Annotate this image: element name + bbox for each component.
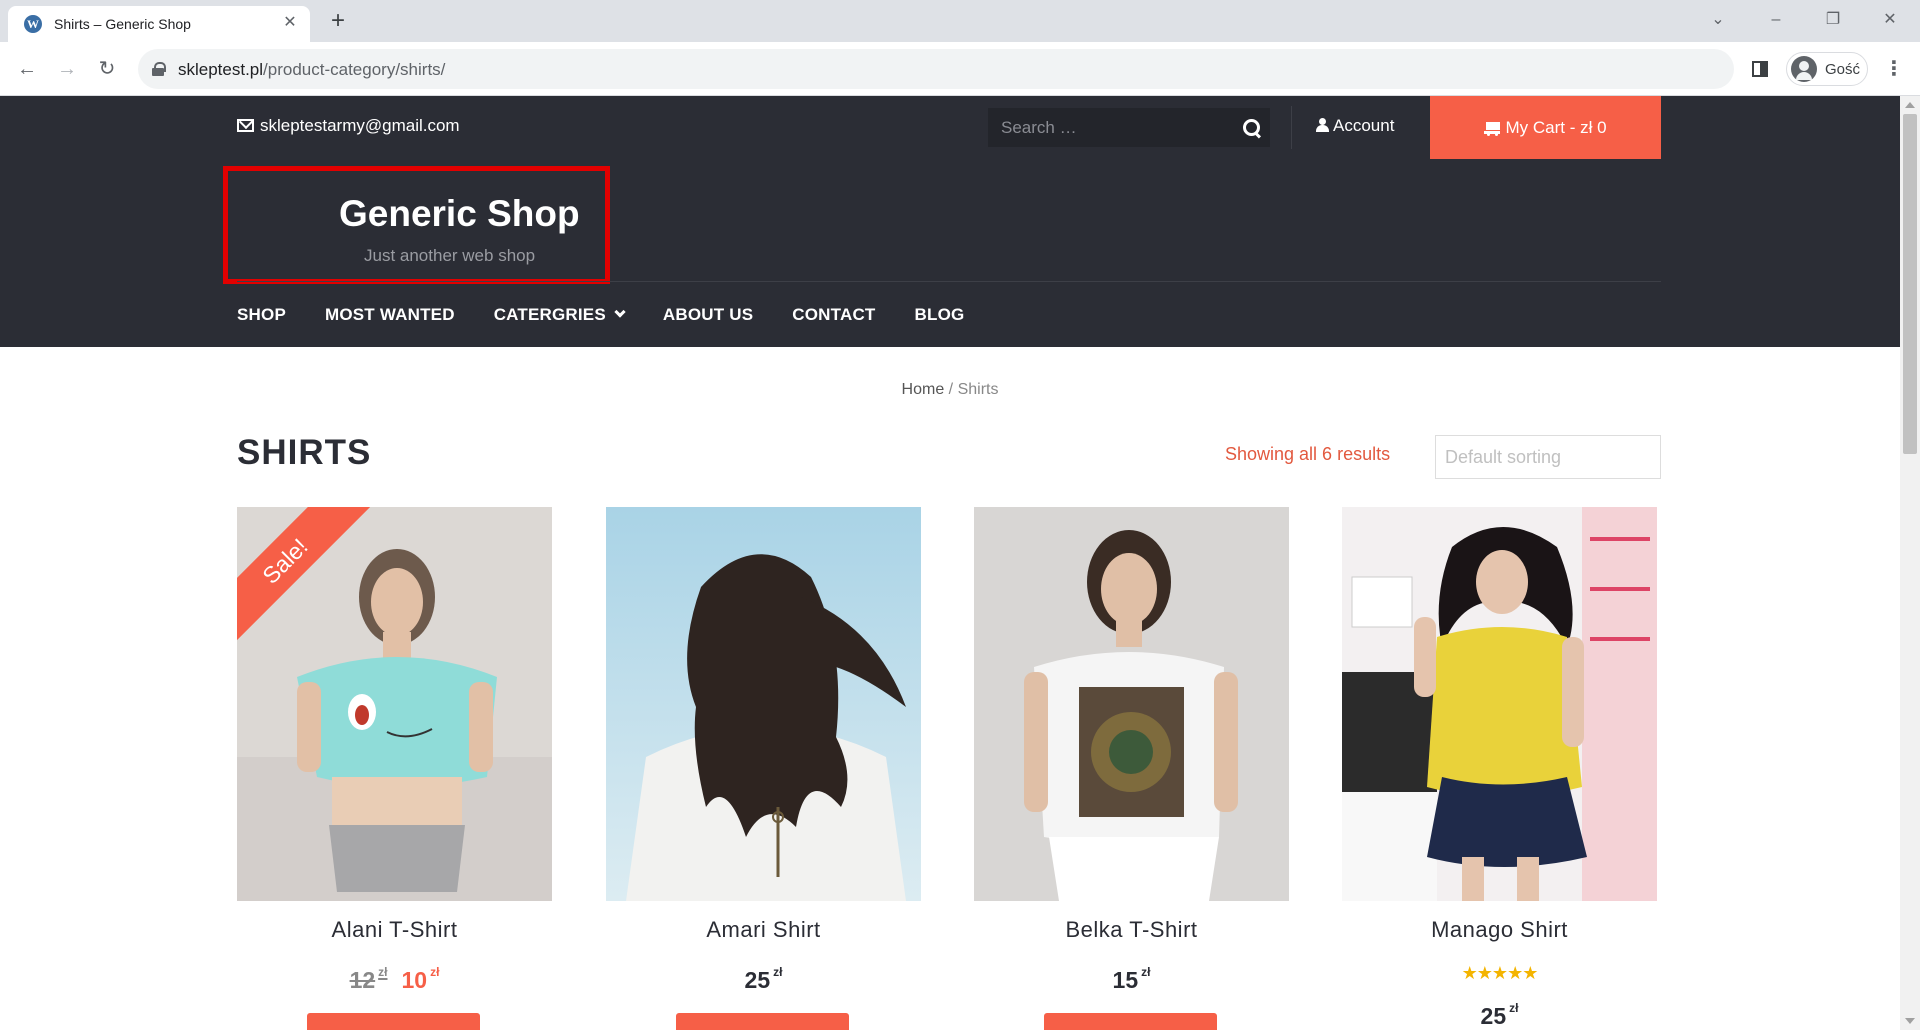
nav-item-most-wanted[interactable]: MOST WANTED (325, 305, 455, 325)
envelope-icon (237, 119, 254, 132)
close-window-button[interactable]: ✕ (1870, 4, 1910, 36)
result-count: Showing all 6 results (1225, 444, 1391, 464)
price-value: 25 (1480, 1003, 1507, 1029)
browser-menu-icon[interactable]: ⋮ (1884, 54, 1904, 84)
product-price: 12 zł 10 zł (237, 965, 552, 994)
product-price: 25 zł (606, 965, 921, 994)
address-bar[interactable]: skleptest.pl/product-category/shirts/ (138, 49, 1734, 89)
sort-select[interactable]: Default sorting (1435, 435, 1661, 479)
search-form (988, 108, 1270, 147)
divider (1291, 106, 1292, 149)
account-link[interactable]: Account (1316, 116, 1394, 136)
browser-tab[interactable]: W Shirts – Generic Shop ✕ (8, 6, 310, 42)
back-arrow-icon[interactable]: ← (12, 54, 42, 84)
nav-item-categories-label: CATERGRIES (493, 305, 606, 324)
profile-label: Gość (1825, 61, 1861, 78)
product-name[interactable]: Belka T-Shirt (974, 917, 1289, 943)
minimize-button[interactable]: – (1756, 4, 1796, 36)
close-tab-icon[interactable]: ✕ (280, 13, 300, 33)
site-header: Generic Shop Just another web shop SHOP M… (0, 159, 1900, 347)
product-price: 25 zł (1342, 1001, 1657, 1030)
avatar-icon (1791, 56, 1817, 82)
email-text: skleptestarmy@gmail.com (260, 116, 460, 135)
product-name[interactable]: Amari Shirt (606, 917, 921, 943)
breadcrumb-current: Shirts (957, 381, 999, 398)
new-tab-button[interactable]: + (324, 8, 352, 36)
user-icon (1316, 118, 1329, 132)
nav-item-contact[interactable]: CONTACT (792, 305, 875, 325)
profile-button[interactable]: Gość (1786, 52, 1868, 86)
nav-item-blog[interactable]: BLOG (915, 305, 965, 325)
rating-stars: ★★★★★ (1342, 963, 1657, 984)
star-icon: ★ (1522, 963, 1538, 983)
price-currency: zł (1509, 1001, 1519, 1015)
side-panel-icon[interactable] (1752, 61, 1768, 77)
search-input[interactable] (988, 108, 1228, 147)
nav-item-categories[interactable]: CATERGRIES (493, 305, 626, 325)
star-icon: ★ (1491, 963, 1508, 983)
lock-icon[interactable] (152, 62, 166, 76)
product-name[interactable]: Manago Shirt (1342, 917, 1657, 943)
old-price-value: 12 (349, 967, 376, 993)
scrollbar-thumb[interactable] (1903, 114, 1917, 454)
page-title: SHIRTS (237, 433, 372, 472)
star-icon: ★ (1461, 963, 1478, 983)
add-to-cart-button[interactable] (676, 1013, 849, 1030)
add-to-cart-button[interactable] (307, 1013, 480, 1030)
browser-tab-strip: W Shirts – Generic Shop ✕ + ⌄ – ❐ ✕ (0, 0, 1920, 42)
restore-button[interactable]: ❐ (1813, 4, 1853, 36)
price-currency: zł (1141, 965, 1151, 979)
breadcrumb-separator: / (944, 381, 958, 398)
url-domain: skleptest.pl (178, 60, 264, 79)
page-scrollbar[interactable] (1900, 96, 1920, 1030)
price-value: 25 (744, 967, 771, 993)
star-icon: ★ (1476, 963, 1493, 983)
add-to-cart-button[interactable] (1044, 1013, 1217, 1030)
old-price-currency: zł (378, 965, 388, 979)
breadcrumb-home[interactable]: Home (902, 381, 945, 398)
site-top-bar: skleptestarmy@gmail.com Account My Cart … (0, 96, 1900, 159)
nav-item-about-us[interactable]: ABOUT US (663, 305, 753, 325)
breadcrumb: Home / Shirts (0, 381, 1900, 399)
site-tagline: Just another web shop (364, 246, 536, 265)
product-image[interactable] (974, 507, 1289, 901)
header-divider (237, 281, 1661, 282)
url-path: /product-category/shirts/ (263, 60, 446, 79)
product-price: 15 zł (974, 965, 1289, 994)
price-value: 15 (1112, 967, 1139, 993)
sale-price-value: 10 (401, 967, 428, 993)
site-title[interactable]: Generic Shop (228, 193, 605, 235)
contact-email[interactable]: skleptestarmy@gmail.com (237, 116, 460, 136)
browser-toolbar: ← → ↻ skleptest.pl/product-category/shir… (0, 42, 1920, 96)
main-navigation: SHOP MOST WANTED CATERGRIES ABOUT US CONTACT… (237, 305, 1003, 327)
scroll-down-arrow-icon[interactable] (1905, 1018, 1915, 1024)
product-image[interactable] (1342, 507, 1657, 901)
search-icon[interactable] (1242, 118, 1262, 138)
old-price: 12 zł (349, 965, 388, 993)
cart-label: My Cart - zł 0 (1505, 118, 1607, 137)
cart-button[interactable]: My Cart - zł 0 (1430, 96, 1661, 159)
forward-arrow-icon[interactable]: → (52, 54, 82, 84)
product-image[interactable]: Sale! (237, 507, 552, 901)
tab-search-icon[interactable]: ⌄ (1698, 4, 1738, 36)
site-branding[interactable]: Generic Shop Just another web shop (223, 166, 610, 284)
shopping-cart-icon (1484, 122, 1501, 136)
tab-title: Shirts – Generic Shop (54, 16, 191, 32)
star-icon: ★ (1507, 963, 1523, 983)
product-name[interactable]: Alani T-Shirt (237, 917, 552, 943)
reload-icon[interactable]: ↻ (92, 54, 122, 84)
sale-price: 10 zł (401, 965, 440, 993)
scroll-up-arrow-icon[interactable] (1905, 102, 1915, 108)
url-text: skleptest.pl/product-category/shirts/ (178, 60, 445, 80)
wordpress-icon: W (24, 15, 42, 33)
nav-item-shop[interactable]: SHOP (237, 305, 286, 325)
account-label: Account (1333, 116, 1395, 135)
product-image[interactable] (606, 507, 921, 901)
price-currency: zł (773, 965, 783, 979)
chevron-down-icon (614, 306, 626, 318)
sale-price-currency: zł (430, 965, 440, 979)
